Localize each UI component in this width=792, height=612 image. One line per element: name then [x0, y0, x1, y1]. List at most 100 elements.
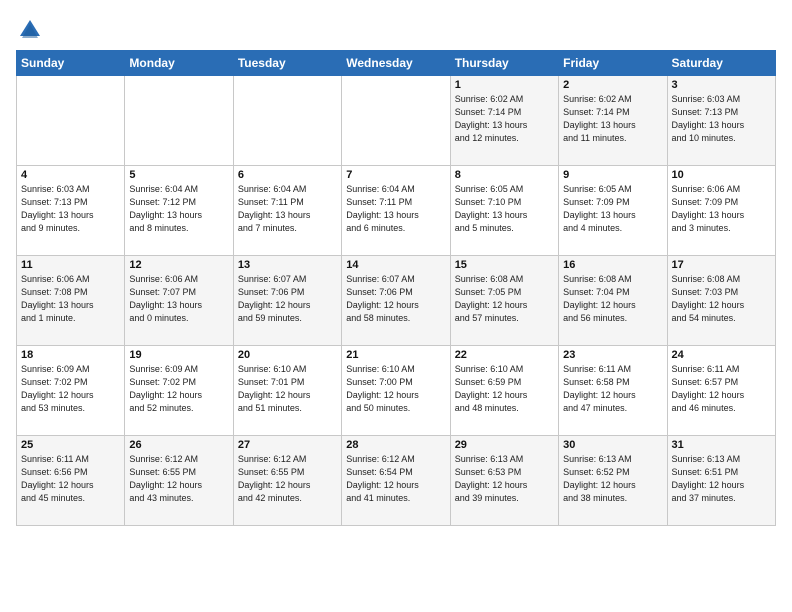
day-info: Sunrise: 6:13 AM Sunset: 6:53 PM Dayligh…	[455, 453, 554, 505]
calendar-cell: 13 Sunrise: 6:07 AM Sunset: 7:06 PM Dayli…	[233, 256, 341, 346]
calendar-cell	[342, 76, 450, 166]
calendar-week-row: 4Sunrise: 6:03 AM Sunset: 7:13 PM Daylig…	[17, 166, 776, 256]
day-info: Sunrise: 6:10 AM Sunset: 7:01 PM Dayligh…	[238, 363, 337, 415]
day-info: Sunrise: 6:11 AM Sunset: 6:57 PM Dayligh…	[672, 363, 771, 415]
calendar-cell: 12 Sunrise: 6:06 AM Sunset: 7:07 PM Dayli…	[125, 256, 233, 346]
day-number: 6	[238, 169, 337, 181]
calendar-cell: 1 Sunrise: 6:02 AM Sunset: 7:14 PM Daylig…	[450, 76, 558, 166]
day-info: Sunrise: 6:09 AM Sunset: 7:02 PM Dayligh…	[21, 363, 120, 415]
day-info: Sunrise: 6:07 AM Sunset: 7:06 PM Dayligh…	[238, 273, 337, 325]
day-number: 1	[455, 79, 554, 91]
day-number: 20	[238, 349, 337, 361]
day-info: Sunrise: 6:06 AM Sunset: 7:07 PM Dayligh…	[129, 273, 228, 325]
day-info: Sunrise: 6:10 AM Sunset: 6:59 PM Dayligh…	[455, 363, 554, 415]
calendar-cell: 6 Sunrise: 6:04 AM Sunset: 7:11 PM Daylig…	[233, 166, 341, 256]
day-info: Sunrise: 6:04 AM Sunset: 7:11 PM Dayligh…	[238, 183, 337, 235]
day-number: 21	[346, 349, 445, 361]
calendar-week-row: 25Sunrise: 6:11 AM Sunset: 6:56 PM Dayli…	[17, 436, 776, 526]
calendar-cell: 31 Sunrise: 6:13 AM Sunset: 6:51 PM Dayli…	[667, 436, 775, 526]
calendar-week-row: 1 Sunrise: 6:02 AM Sunset: 7:14 PM Daylig…	[17, 76, 776, 166]
calendar-cell: 8Sunrise: 6:05 AM Sunset: 7:10 PM Daylig…	[450, 166, 558, 256]
calendar-cell: 4Sunrise: 6:03 AM Sunset: 7:13 PM Daylig…	[17, 166, 125, 256]
calendar-cell: 18 Sunrise: 6:09 AM Sunset: 7:02 PM Dayli…	[17, 346, 125, 436]
day-info: Sunrise: 6:08 AM Sunset: 7:03 PM Dayligh…	[672, 273, 771, 325]
day-info: Sunrise: 6:08 AM Sunset: 7:05 PM Dayligh…	[455, 273, 554, 325]
calendar-cell: 28 Sunrise: 6:12 AM Sunset: 6:54 PM Dayli…	[342, 436, 450, 526]
day-number: 3	[672, 79, 771, 91]
day-number: 2	[563, 79, 662, 91]
day-number: 29	[455, 439, 554, 451]
calendar-cell: 7 Sunrise: 6:04 AM Sunset: 7:11 PM Daylig…	[342, 166, 450, 256]
day-info: Sunrise: 6:11 AM Sunset: 6:58 PM Dayligh…	[563, 363, 662, 415]
day-number: 19	[129, 349, 228, 361]
column-header-monday: Monday	[125, 51, 233, 76]
day-number: 11	[21, 259, 120, 271]
day-number: 16	[563, 259, 662, 271]
day-number: 5	[129, 169, 228, 181]
day-info: Sunrise: 6:05 AM Sunset: 7:09 PM Dayligh…	[563, 183, 662, 235]
day-number: 10	[672, 169, 771, 181]
calendar-cell: 16Sunrise: 6:08 AM Sunset: 7:04 PM Dayli…	[559, 256, 667, 346]
column-header-thursday: Thursday	[450, 51, 558, 76]
calendar-cell: 2 Sunrise: 6:02 AM Sunset: 7:14 PM Daylig…	[559, 76, 667, 166]
day-info: Sunrise: 6:11 AM Sunset: 6:56 PM Dayligh…	[21, 453, 120, 505]
day-info: Sunrise: 6:04 AM Sunset: 7:11 PM Dayligh…	[346, 183, 445, 235]
day-info: Sunrise: 6:13 AM Sunset: 6:52 PM Dayligh…	[563, 453, 662, 505]
day-number: 30	[563, 439, 662, 451]
calendar-cell: 17 Sunrise: 6:08 AM Sunset: 7:03 PM Dayli…	[667, 256, 775, 346]
day-info: Sunrise: 6:05 AM Sunset: 7:10 PM Dayligh…	[455, 183, 554, 235]
day-number: 31	[672, 439, 771, 451]
calendar-cell: 11Sunrise: 6:06 AM Sunset: 7:08 PM Dayli…	[17, 256, 125, 346]
calendar-week-row: 18 Sunrise: 6:09 AM Sunset: 7:02 PM Dayli…	[17, 346, 776, 436]
logo	[16, 16, 46, 44]
calendar-cell: 3 Sunrise: 6:03 AM Sunset: 7:13 PM Daylig…	[667, 76, 775, 166]
day-info: Sunrise: 6:12 AM Sunset: 6:55 PM Dayligh…	[238, 453, 337, 505]
column-header-sunday: Sunday	[17, 51, 125, 76]
day-number: 9	[563, 169, 662, 181]
calendar-cell: 19 Sunrise: 6:09 AM Sunset: 7:02 PM Dayli…	[125, 346, 233, 436]
calendar-cell: 27 Sunrise: 6:12 AM Sunset: 6:55 PM Dayli…	[233, 436, 341, 526]
column-header-wednesday: Wednesday	[342, 51, 450, 76]
calendar-cell: 5Sunrise: 6:04 AM Sunset: 7:12 PM Daylig…	[125, 166, 233, 256]
day-info: Sunrise: 6:07 AM Sunset: 7:06 PM Dayligh…	[346, 273, 445, 325]
day-number: 24	[672, 349, 771, 361]
day-number: 7	[346, 169, 445, 181]
calendar-cell: 15 Sunrise: 6:08 AM Sunset: 7:05 PM Dayli…	[450, 256, 558, 346]
day-number: 23	[563, 349, 662, 361]
day-info: Sunrise: 6:10 AM Sunset: 7:00 PM Dayligh…	[346, 363, 445, 415]
day-number: 15	[455, 259, 554, 271]
column-header-tuesday: Tuesday	[233, 51, 341, 76]
day-number: 12	[129, 259, 228, 271]
day-info: Sunrise: 6:03 AM Sunset: 7:13 PM Dayligh…	[672, 93, 771, 145]
day-info: Sunrise: 6:06 AM Sunset: 7:09 PM Dayligh…	[672, 183, 771, 235]
day-info: Sunrise: 6:12 AM Sunset: 6:54 PM Dayligh…	[346, 453, 445, 505]
calendar-header-row: SundayMondayTuesdayWednesdayThursdayFrid…	[17, 51, 776, 76]
day-number: 13	[238, 259, 337, 271]
column-header-saturday: Saturday	[667, 51, 775, 76]
day-info: Sunrise: 6:02 AM Sunset: 7:14 PM Dayligh…	[455, 93, 554, 145]
calendar-cell	[233, 76, 341, 166]
day-info: Sunrise: 6:02 AM Sunset: 7:14 PM Dayligh…	[563, 93, 662, 145]
column-header-friday: Friday	[559, 51, 667, 76]
day-number: 14	[346, 259, 445, 271]
calendar-cell: 25Sunrise: 6:11 AM Sunset: 6:56 PM Dayli…	[17, 436, 125, 526]
day-number: 27	[238, 439, 337, 451]
day-number: 17	[672, 259, 771, 271]
calendar-cell: 30 Sunrise: 6:13 AM Sunset: 6:52 PM Dayli…	[559, 436, 667, 526]
day-info: Sunrise: 6:09 AM Sunset: 7:02 PM Dayligh…	[129, 363, 228, 415]
calendar-cell: 10 Sunrise: 6:06 AM Sunset: 7:09 PM Dayli…	[667, 166, 775, 256]
page-header	[16, 10, 776, 44]
calendar-cell: 24 Sunrise: 6:11 AM Sunset: 6:57 PM Dayli…	[667, 346, 775, 436]
calendar-cell: 22 Sunrise: 6:10 AM Sunset: 6:59 PM Dayli…	[450, 346, 558, 436]
logo-icon	[16, 16, 44, 44]
day-info: Sunrise: 6:13 AM Sunset: 6:51 PM Dayligh…	[672, 453, 771, 505]
day-number: 22	[455, 349, 554, 361]
day-number: 28	[346, 439, 445, 451]
day-number: 18	[21, 349, 120, 361]
calendar-cell: 14 Sunrise: 6:07 AM Sunset: 7:06 PM Dayli…	[342, 256, 450, 346]
day-info: Sunrise: 6:03 AM Sunset: 7:13 PM Dayligh…	[21, 183, 120, 235]
calendar-cell: 9 Sunrise: 6:05 AM Sunset: 7:09 PM Daylig…	[559, 166, 667, 256]
calendar-cell: 23 Sunrise: 6:11 AM Sunset: 6:58 PM Dayli…	[559, 346, 667, 436]
calendar-cell: 20 Sunrise: 6:10 AM Sunset: 7:01 PM Dayli…	[233, 346, 341, 436]
calendar-cell: 26Sunrise: 6:12 AM Sunset: 6:55 PM Dayli…	[125, 436, 233, 526]
